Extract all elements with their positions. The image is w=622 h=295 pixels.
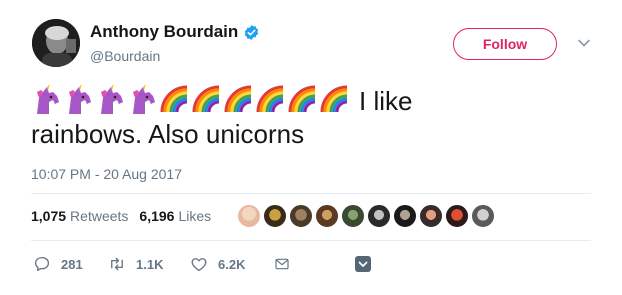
tweet-card: Anthony Bourdain @Bourdain Follow I like… bbox=[0, 0, 622, 295]
like-count: 6.2K bbox=[218, 256, 246, 272]
avatar-photo bbox=[32, 19, 80, 67]
retweets-count[interactable]: 1,075 bbox=[31, 208, 66, 224]
liker-avatar[interactable] bbox=[237, 204, 261, 228]
reply-icon bbox=[34, 256, 50, 272]
author-name-row: Anthony Bourdain bbox=[90, 22, 260, 42]
liker-avatar[interactable] bbox=[263, 204, 287, 228]
pocket-icon bbox=[358, 261, 368, 267]
tweet-text-line2: rainbows. Also unicorns bbox=[31, 119, 305, 149]
rainbow-emoji-icon bbox=[320, 85, 348, 113]
follow-button[interactable]: Follow bbox=[453, 28, 557, 60]
rainbow-emoji-icon bbox=[192, 85, 220, 113]
rainbow-emoji-icon bbox=[224, 85, 252, 113]
unicorn-emoji-icon bbox=[69, 84, 91, 114]
rainbow-emoji-icon bbox=[256, 85, 284, 113]
liker-avatar[interactable] bbox=[315, 204, 339, 228]
tweet-text: I like rainbows. Also unicorns bbox=[31, 84, 591, 151]
liker-avatar[interactable] bbox=[419, 204, 443, 228]
divider bbox=[31, 240, 591, 241]
liker-avatar[interactable] bbox=[341, 204, 365, 228]
heart-icon bbox=[191, 258, 207, 272]
unicorn-emoji-icon bbox=[133, 84, 155, 114]
retweets-label[interactable]: Retweets bbox=[70, 208, 128, 224]
reply-button[interactable]: 281 bbox=[33, 255, 83, 273]
verified-badge-icon bbox=[245, 24, 259, 40]
chevron-down-icon[interactable] bbox=[577, 38, 591, 48]
liker-avatar[interactable] bbox=[367, 204, 391, 228]
likes-label[interactable]: Likes bbox=[178, 208, 211, 224]
tweet-stats: 1,075 Retweets 6,196 Likes bbox=[31, 208, 222, 224]
like-button[interactable]: 6.2K bbox=[190, 255, 245, 273]
tweet-timestamp[interactable]: 10:07 PM - 20 Aug 2017 bbox=[31, 166, 182, 182]
liker-avatar[interactable] bbox=[289, 204, 313, 228]
direct-message-button[interactable] bbox=[274, 256, 290, 272]
retweet-button[interactable]: 1.1K bbox=[108, 255, 163, 273]
rainbow-emoji-icon bbox=[160, 85, 188, 113]
liker-avatar[interactable] bbox=[471, 204, 495, 228]
likes-count[interactable]: 6,196 bbox=[139, 208, 174, 224]
unicorn-emoji-icon bbox=[101, 84, 123, 114]
divider bbox=[31, 193, 591, 194]
likers-avatars bbox=[237, 204, 497, 228]
pocket-button[interactable] bbox=[355, 256, 371, 272]
liker-avatar[interactable] bbox=[445, 204, 469, 228]
envelope-icon bbox=[275, 258, 289, 270]
avatar[interactable] bbox=[32, 19, 80, 67]
reply-count: 281 bbox=[61, 256, 83, 272]
liker-avatar[interactable] bbox=[393, 204, 417, 228]
author-handle[interactable]: @Bourdain bbox=[90, 48, 160, 64]
rainbow-emoji-icon bbox=[288, 85, 316, 113]
retweet-count: 1.1K bbox=[136, 256, 164, 272]
author-name[interactable]: Anthony Bourdain bbox=[90, 22, 238, 42]
emoji-row bbox=[31, 84, 351, 116]
retweet-icon bbox=[111, 257, 123, 271]
tweet-text-line1: I like bbox=[359, 86, 413, 116]
unicorn-emoji-icon bbox=[37, 84, 59, 114]
